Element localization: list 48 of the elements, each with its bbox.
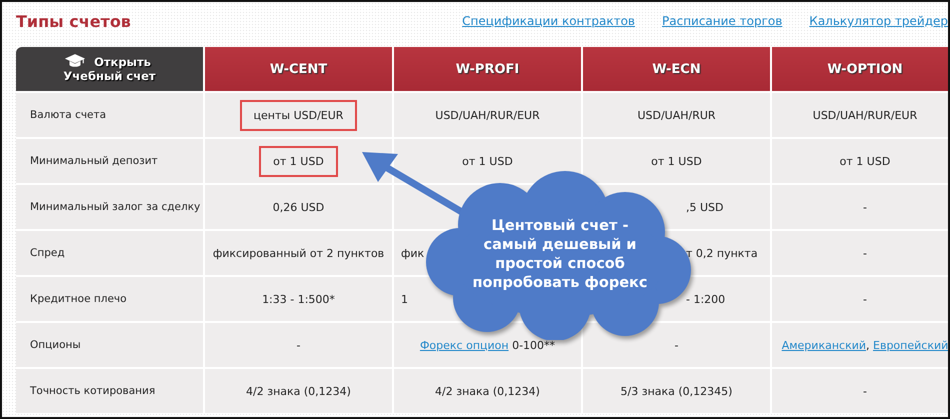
table-cell: - bbox=[863, 292, 867, 306]
table-cell: от 1 USD bbox=[462, 154, 513, 168]
option-link[interactable]: Американский bbox=[782, 338, 866, 352]
table-cell: USD/UAH/RUR bbox=[637, 108, 716, 122]
table-cell: 4/2 знака (0,1234) bbox=[435, 384, 540, 398]
graduation-cap-icon bbox=[64, 53, 86, 68]
nav-link[interactable]: Калькулятор трейдер bbox=[809, 14, 948, 28]
table-cell: - 1:200 bbox=[686, 292, 726, 306]
column-header: W-PROFI bbox=[394, 47, 581, 91]
table-cell: - bbox=[863, 246, 867, 260]
table-cell: 4/2 знака (0,1234) bbox=[246, 384, 351, 398]
cell-text: Американский, Европейский bbox=[782, 338, 948, 352]
row-label: Минимальный депозит bbox=[16, 139, 203, 183]
callout-text: Центовый счет - самый дешевый и простой способ попробовать форекс bbox=[472, 217, 648, 293]
table-cell: - bbox=[863, 384, 867, 398]
table-cell: - bbox=[863, 200, 867, 214]
column-header: W-ECN bbox=[583, 47, 770, 91]
row-label: Опционы bbox=[16, 323, 203, 367]
row-label: Валюта счета bbox=[16, 93, 203, 137]
table-cell: от 1 USD bbox=[651, 154, 702, 168]
highlighted-value: от 1 USD bbox=[259, 146, 338, 176]
open-demo-button[interactable]: Открыть Учебный счет bbox=[16, 47, 203, 91]
row-label: Кредитное плечо bbox=[16, 277, 203, 321]
table-cell: 1:33 - 1:500* bbox=[262, 292, 335, 306]
table-cell: 5/3 знака (0,12345) bbox=[620, 384, 732, 398]
table-cell: USD/UAH/RUR/EUR bbox=[435, 108, 540, 122]
nav-link[interactable]: Спецификации контрактов bbox=[462, 14, 635, 28]
table-cell: фиксированный от 2 пунктов bbox=[212, 246, 384, 260]
table-cell: 1 bbox=[401, 292, 408, 306]
table-cell: - bbox=[674, 338, 678, 352]
row-label: Спред bbox=[16, 231, 203, 275]
table-cell: - bbox=[296, 338, 300, 352]
row-label: Точность котирования bbox=[16, 369, 203, 413]
row-label: Минимальный залог за сделку bbox=[16, 185, 203, 229]
highlighted-value: центы USD/EUR bbox=[240, 100, 358, 130]
option-link[interactable]: Форекс опцион bbox=[420, 338, 509, 352]
table-cell: т 0,2 пункта bbox=[686, 246, 758, 260]
table-cell: фик bbox=[401, 246, 424, 260]
table-cell: 0,26 USD bbox=[272, 200, 324, 214]
table-cell: ,5 USD bbox=[686, 200, 724, 214]
option-link[interactable]: Европейский bbox=[873, 338, 948, 352]
column-header: W-OPTION bbox=[772, 47, 948, 91]
column-header: W-CENT bbox=[205, 47, 392, 91]
cell-text: Форекс опцион 0-100** bbox=[420, 338, 556, 352]
table-cell: USD/UAH/RUR/EUR bbox=[812, 108, 918, 122]
page-title: Типы счетов bbox=[16, 12, 131, 30]
nav-link[interactable]: Расписание торгов bbox=[662, 14, 782, 28]
table-cell: от 1 USD bbox=[840, 154, 890, 168]
